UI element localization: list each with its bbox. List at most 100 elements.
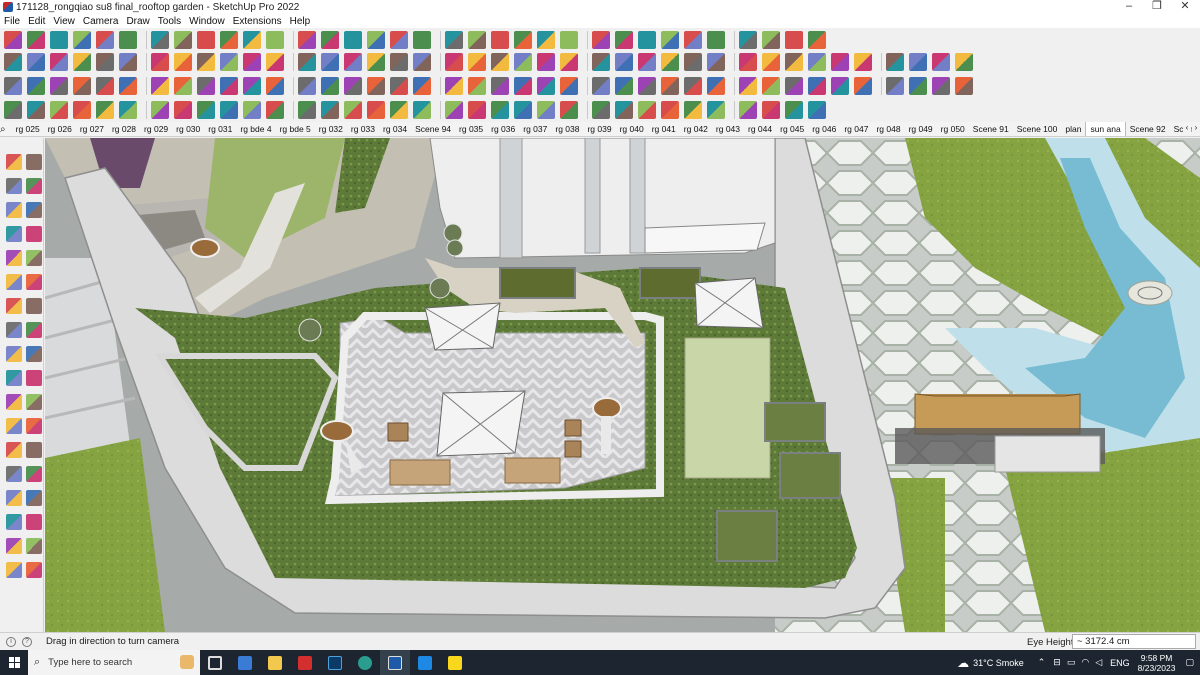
menu-tools[interactable]: Tools — [158, 16, 181, 27]
scene-tab[interactable]: rg 042 — [680, 122, 712, 136]
pan-icon[interactable] — [739, 77, 757, 95]
push-pull-icon[interactable] — [151, 31, 169, 49]
move-icon[interactable] — [491, 101, 509, 119]
rotate-icon[interactable] — [739, 31, 757, 49]
text-icon[interactable] — [266, 31, 284, 49]
scene-tab[interactable]: rg 044 — [744, 122, 776, 136]
taskbar-app-photoshop[interactable] — [320, 650, 350, 675]
zoom-icon[interactable] — [684, 101, 702, 119]
pencil-icon[interactable] — [390, 101, 408, 119]
dimension-icon[interactable] — [151, 77, 169, 95]
pan-icon[interactable] — [344, 31, 362, 49]
volume-icon[interactable]: ◁ — [1095, 657, 1102, 668]
search-icon[interactable] — [390, 77, 408, 95]
move-icon[interactable] — [560, 77, 578, 95]
pencil-icon[interactable] — [615, 31, 633, 49]
language-indicator[interactable]: ENG — [1110, 658, 1130, 668]
dimension-icon[interactable] — [6, 418, 22, 434]
component-icon[interactable] — [762, 101, 780, 119]
paint-bucket-icon[interactable] — [514, 77, 532, 95]
push-pull-icon[interactable] — [615, 53, 633, 71]
text-icon[interactable] — [119, 77, 137, 95]
rotate-icon[interactable] — [50, 77, 68, 95]
pencil-icon[interactable] — [537, 53, 555, 71]
arc-icon[interactable] — [560, 53, 578, 71]
scene-tab[interactable]: Scene 100 — [1013, 122, 1062, 136]
user-icon[interactable] — [445, 53, 463, 71]
freehand-icon[interactable] — [26, 226, 42, 242]
tray-chevron-icon[interactable]: ⌃ — [1038, 657, 1046, 668]
eraser-icon[interactable] — [367, 101, 385, 119]
follow-me-icon[interactable] — [26, 346, 42, 362]
scene-prev-button[interactable]: ‹ — [1183, 123, 1191, 135]
follow-me-icon[interactable] — [174, 53, 192, 71]
pencil-icon[interactable] — [26, 202, 42, 218]
scene-tab[interactable]: rg 032 — [315, 122, 347, 136]
menu-file[interactable]: File — [4, 16, 20, 27]
section-icon[interactable] — [197, 101, 215, 119]
pan-icon[interactable] — [808, 53, 826, 71]
orbit-icon[interactable] — [243, 53, 261, 71]
component-icon[interactable] — [367, 53, 385, 71]
scene-tab[interactable]: plan — [1061, 122, 1085, 136]
scene-tab[interactable]: rg 037 — [519, 122, 551, 136]
scale-icon[interactable] — [151, 53, 169, 71]
component-icon[interactable] — [220, 101, 238, 119]
text-icon[interactable] — [197, 53, 215, 71]
scene-tab[interactable]: rg 046 — [808, 122, 840, 136]
walk-icon[interactable] — [6, 538, 22, 554]
scene-tab[interactable]: rg 039 — [583, 122, 615, 136]
section-icon[interactable] — [739, 101, 757, 119]
dimension-icon[interactable] — [220, 53, 238, 71]
paint-bucket-icon[interactable] — [50, 53, 68, 71]
scene-tab[interactable]: rg 035 — [455, 122, 487, 136]
scale-icon[interactable] — [73, 77, 91, 95]
follow-me-icon[interactable] — [785, 31, 803, 49]
scene-tab[interactable]: rg bde 4 — [236, 122, 275, 136]
orbit-icon[interactable] — [26, 154, 42, 170]
select-arrow-icon[interactable] — [560, 31, 578, 49]
scene-tab[interactable]: rg 033 — [347, 122, 379, 136]
scene-tab[interactable]: rg 030 — [172, 122, 204, 136]
section-icon[interactable] — [26, 418, 42, 434]
rectangle-icon[interactable] — [6, 250, 22, 266]
section-icon[interactable] — [886, 53, 904, 71]
follow-me-icon[interactable] — [707, 53, 725, 71]
menu-camera[interactable]: Camera — [83, 16, 119, 27]
close-button[interactable]: ✕ — [1170, 0, 1200, 14]
scene-tab[interactable]: rg 029 — [140, 122, 172, 136]
eraser-icon[interactable] — [445, 77, 463, 95]
zoom-icon[interactable] — [220, 77, 238, 95]
menu-view[interactable]: View — [53, 16, 75, 27]
component-icon[interactable] — [831, 77, 849, 95]
eraser-icon[interactable] — [26, 178, 42, 194]
zoom-extents-icon[interactable] — [6, 490, 22, 506]
scale-icon[interactable] — [615, 77, 633, 95]
zoom-extents-icon[interactable] — [854, 53, 872, 71]
scale-icon[interactable] — [762, 31, 780, 49]
polygon-icon[interactable] — [6, 274, 22, 290]
zoom-extents-icon[interactable] — [785, 77, 803, 95]
orbit-icon[interactable] — [638, 101, 656, 119]
pan-icon[interactable] — [197, 77, 215, 95]
user-icon[interactable] — [298, 101, 316, 119]
select-icon[interactable] — [6, 154, 22, 170]
dimension-icon[interactable] — [615, 101, 633, 119]
zoom-icon[interactable] — [367, 31, 385, 49]
zoom-icon[interactable] — [6, 466, 22, 482]
text-icon[interactable] — [50, 101, 68, 119]
scene-tab[interactable]: rg 027 — [76, 122, 108, 136]
minimize-button[interactable]: – — [1114, 0, 1144, 14]
push-pull-icon[interactable] — [4, 77, 22, 95]
text-icon[interactable] — [26, 370, 42, 386]
tape-icon[interactable] — [6, 370, 22, 386]
scene-tab[interactable]: rg 045 — [776, 122, 808, 136]
follow-me-icon[interactable] — [96, 77, 114, 95]
extension-icon[interactable] — [491, 31, 509, 49]
extension-icon[interactable] — [886, 77, 904, 95]
maximize-button[interactable]: ❐ — [1142, 0, 1172, 14]
scene-tab[interactable]: rg 040 — [616, 122, 648, 136]
section-icon[interactable] — [413, 31, 431, 49]
push-pull-icon[interactable] — [73, 53, 91, 71]
paint-bucket-icon[interactable] — [592, 53, 610, 71]
